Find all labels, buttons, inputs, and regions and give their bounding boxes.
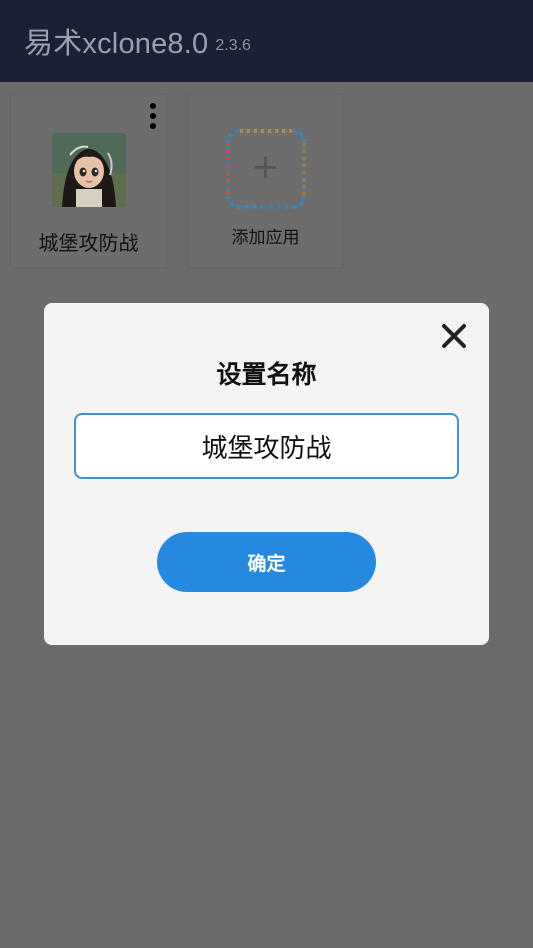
close-icon[interactable]	[439, 321, 469, 351]
confirm-button[interactable]: 确定	[157, 532, 376, 592]
dialog-title: 设置名称	[216, 360, 317, 389]
add-app-tile[interactable]: + 添加应用	[187, 94, 344, 268]
add-app-label: 添加应用	[231, 228, 300, 248]
app-version: 2.3.6	[215, 37, 251, 54]
app-header: 易术xclone8.0 2.3.6	[0, 0, 533, 82]
app-screen: 易术xclone8.0 2.3.6 城堡攻防战 + 添加应用 设置名称 城堡攻防…	[0, 0, 533, 948]
name-input[interactable]	[74, 413, 459, 479]
app-tile-label: 城堡攻防战	[38, 231, 139, 255]
app-grid: 城堡攻防战 + 添加应用	[10, 94, 344, 268]
rename-dialog: 设置名称 确定	[44, 303, 489, 645]
app-tile[interactable]: 城堡攻防战	[10, 94, 167, 268]
app-title: 易术xclone8.0	[24, 28, 209, 60]
game-character-icon[interactable]	[51, 133, 126, 207]
add-app-button[interactable]: +	[225, 129, 306, 209]
more-options-icon[interactable]	[150, 103, 156, 129]
